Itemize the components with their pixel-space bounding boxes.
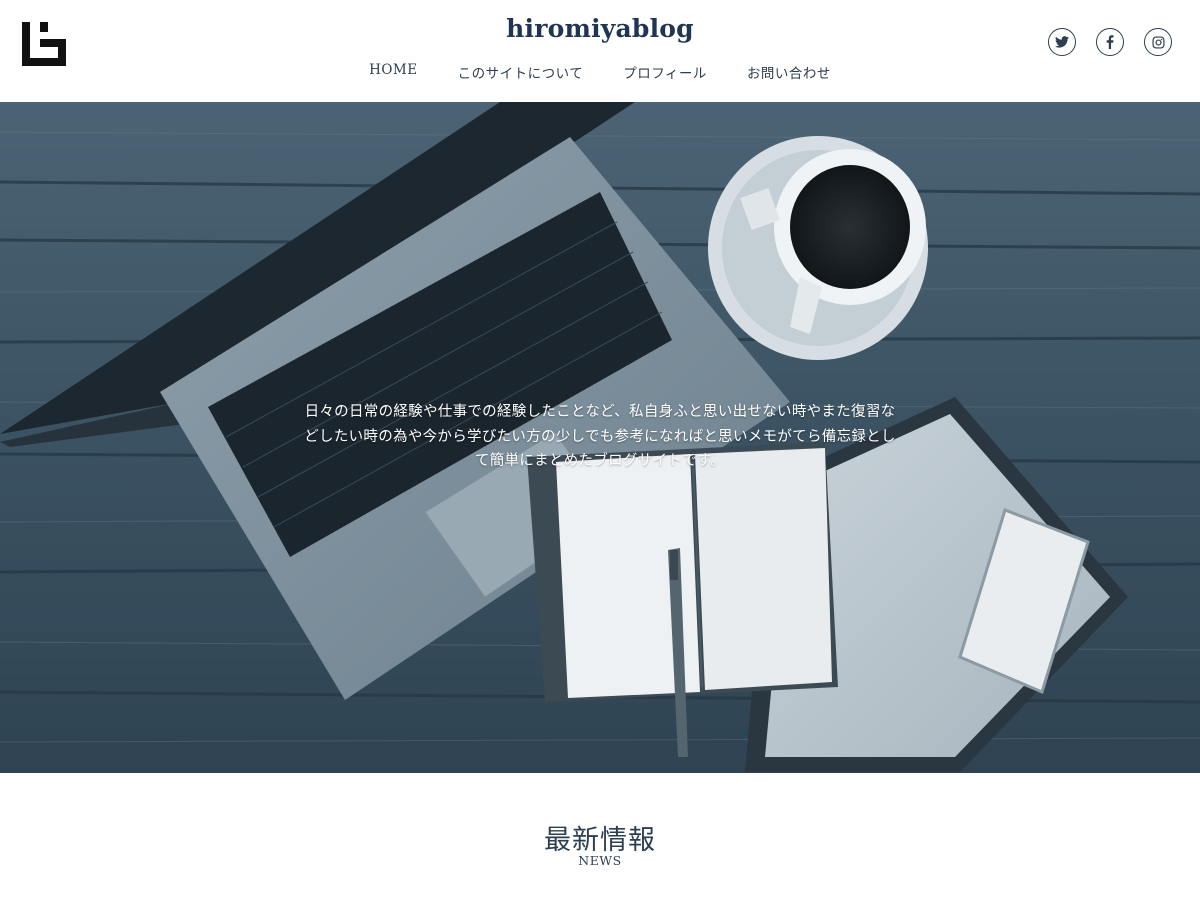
hero-section: 日々の日常の経験や仕事での経験したことなど、私自身ふと思い出せない時やまた復習な… (0, 102, 1200, 773)
nav-profile[interactable]: プロフィール (603, 62, 727, 82)
hero-description: 日々の日常の経験や仕事での経験したことなど、私自身ふと思い出せない時やまた復習な… (280, 400, 920, 474)
news-subheading: NEWS (578, 853, 622, 868)
instagram-button[interactable] (1144, 28, 1172, 56)
twitter-button[interactable] (1048, 28, 1076, 56)
hero-line-2: どしたい時の為や今から学びたい方の少しでも参考になればと思いメモがてら備忘録とし (304, 428, 896, 445)
nav-about-site[interactable]: このサイトについて (438, 62, 604, 82)
site-title[interactable]: hiromiyablog (0, 14, 1200, 43)
hero-line-3: て簡単にまとめたブログサイトです。 (474, 453, 726, 469)
nav-home[interactable]: HOME (349, 62, 438, 82)
instagram-icon (1151, 35, 1165, 49)
site-header: hiromiyablog HOME このサイトについて プロフィール お問い合わ… (0, 0, 1200, 102)
hero-line-1: 日々の日常の経験や仕事での経験したことなど、私自身ふと思い出せない時やまた復習な (304, 404, 896, 420)
main-nav: HOME このサイトについて プロフィール お問い合わせ (0, 62, 1200, 82)
facebook-icon (1106, 35, 1114, 49)
facebook-button[interactable] (1096, 28, 1124, 56)
social-links (1048, 28, 1172, 56)
news-heading: 最新情報 (544, 825, 656, 856)
nav-contact[interactable]: お問い合わせ (727, 62, 851, 82)
twitter-icon (1055, 36, 1069, 48)
